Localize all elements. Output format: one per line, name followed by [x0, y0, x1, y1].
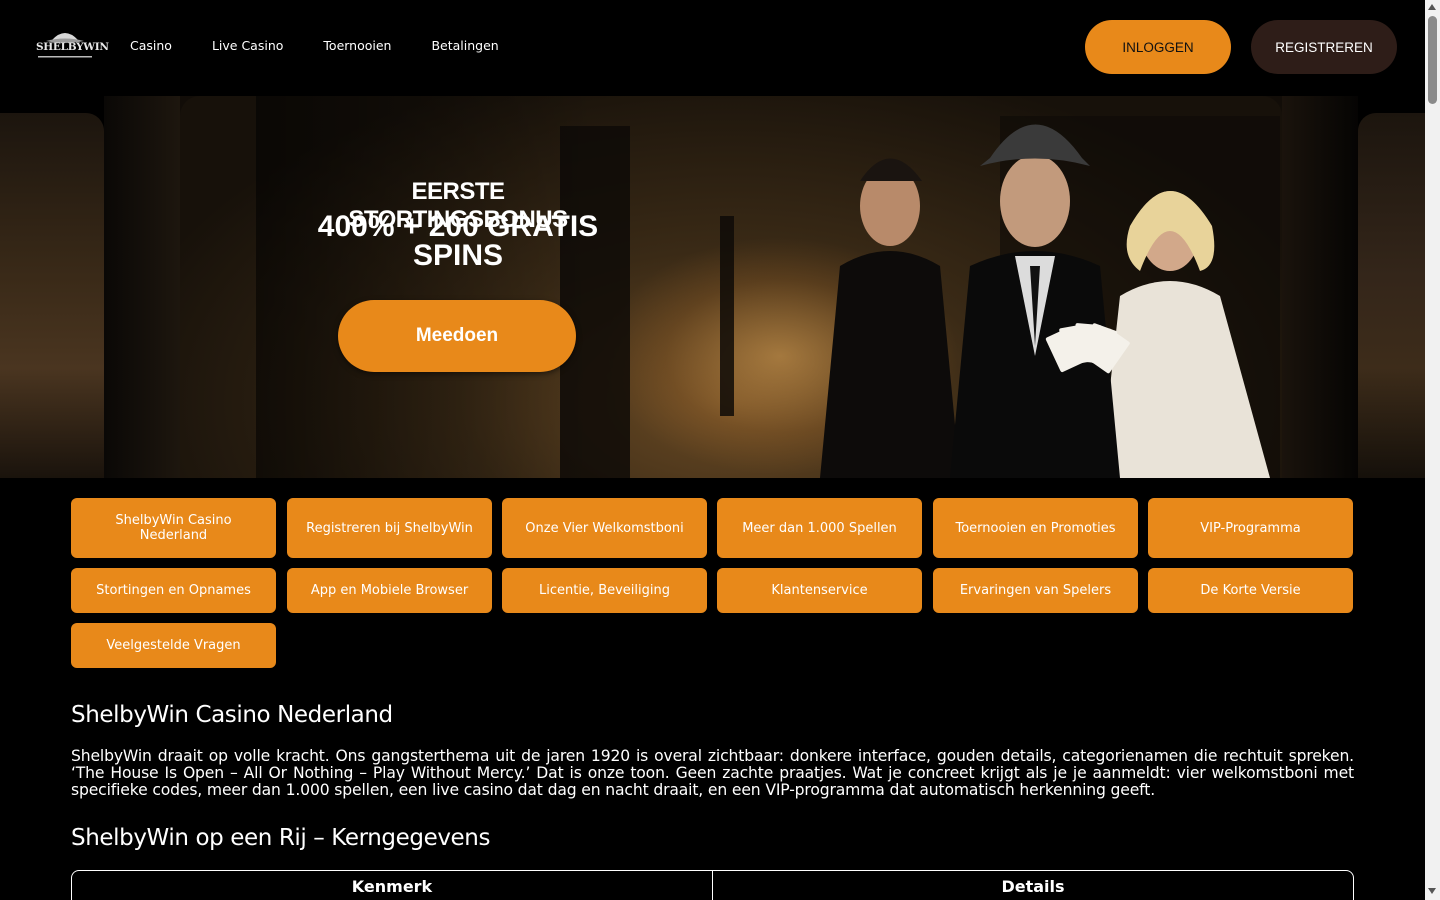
join-button[interactable]: Meedoen	[338, 300, 576, 372]
shelbywin-logo[interactable]: SHELBYWIN	[36, 28, 109, 60]
carousel-next-slide[interactable]	[1358, 113, 1425, 478]
hero-banner: EERSTE STORTINGSBONUS 400% + 200 GRATIS …	[104, 96, 1358, 478]
toc-item[interactable]: Ervaringen van Spelers	[933, 568, 1138, 613]
carousel-prev-slide[interactable]	[0, 113, 104, 478]
scrollbar-thumb[interactable]	[1428, 16, 1437, 104]
toc-item[interactable]: Meer dan 1.000 Spellen	[717, 498, 922, 558]
toc-item[interactable]: Onze Vier Welkomstboni	[502, 498, 707, 558]
scroll-up-arrow-icon[interactable]	[1428, 4, 1436, 10]
main-nav: Casino Live Casino Toernooien Betalingen	[130, 38, 539, 53]
toc-item[interactable]: App en Mobiele Browser	[287, 568, 492, 613]
toc-item[interactable]: Stortingen en Opnames	[71, 568, 276, 613]
toc-item[interactable]: Klantenservice	[717, 568, 922, 613]
hero-slide: EERSTE STORTINGSBONUS 400% + 200 GRATIS …	[180, 96, 1282, 478]
toc-item[interactable]: VIP-Programma	[1148, 498, 1353, 558]
toc-item[interactable]: Veelgestelde Vragen	[71, 623, 276, 668]
toc-item[interactable]: Licentie, Beveiliging	[502, 568, 707, 613]
toc-item[interactable]: Toernooien en Promoties	[933, 498, 1138, 558]
hero-title: 400% + 200 GRATIS SPINS	[317, 210, 599, 272]
nav-betalingen[interactable]: Betalingen	[431, 38, 498, 53]
section-heading: ShelbyWin op een Rij – Kerngegevens	[71, 825, 491, 851]
nav-live-casino[interactable]: Live Casino	[212, 38, 283, 53]
register-button[interactable]: REGISTREREN	[1251, 20, 1397, 74]
scroll-down-arrow-icon[interactable]	[1428, 888, 1436, 894]
intro-paragraph: ShelbyWin draait op volle kracht. Ons ga…	[71, 747, 1354, 799]
page-scrollbar[interactable]	[1425, 0, 1440, 900]
section-heading: ShelbyWin Casino Nederland	[71, 702, 393, 728]
login-button[interactable]: INLOGGEN	[1085, 20, 1231, 74]
table-header-cell: Kenmerk	[351, 877, 433, 896]
toc-item[interactable]: De Korte Versie	[1148, 568, 1353, 613]
logo-text: SHELBYWIN	[36, 41, 109, 53]
nav-toernooien[interactable]: Toernooien	[323, 38, 391, 53]
nav-casino[interactable]: Casino	[130, 38, 172, 53]
clock-tower	[720, 216, 734, 416]
toc-item[interactable]: Registreren bij ShelbyWin	[287, 498, 492, 558]
key-facts-table: Kenmerk Details	[71, 870, 1354, 900]
table-header-cell: Details	[712, 871, 1353, 900]
site-header: SHELBYWIN Casino Live Casino Toernooien …	[0, 0, 1425, 95]
toc-item[interactable]: ShelbyWin Casino Nederland	[71, 498, 276, 558]
gangster-figures-image	[820, 124, 1270, 478]
